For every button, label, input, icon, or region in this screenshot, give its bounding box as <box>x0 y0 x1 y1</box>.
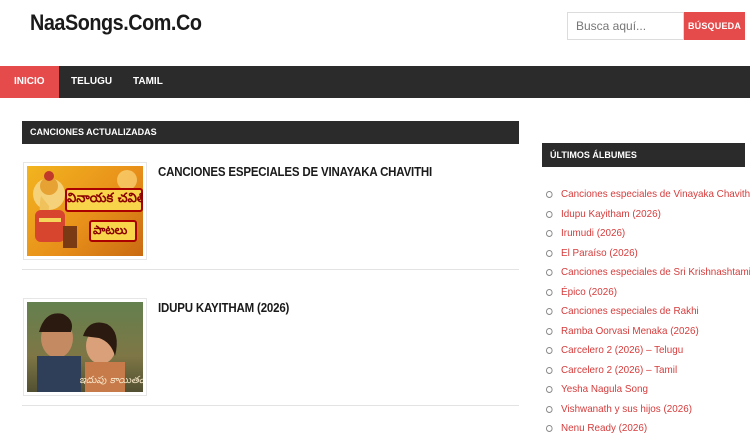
album-link[interactable]: Idupu Kayitham (2026) <box>546 205 750 225</box>
sidebar-title: ÚLTIMOS ÁLBUMES <box>542 143 745 167</box>
album-list: Canciones especiales de Vinayaka Chavith… <box>546 185 750 436</box>
bullet-icon <box>546 210 553 218</box>
bullet-icon <box>546 386 553 393</box>
album-link[interactable]: Épico (2026) <box>546 283 750 303</box>
album-link-label[interactable]: Nenu Ready (2026) <box>561 422 647 434</box>
nav-item-inicio[interactable]: INICIO <box>0 66 59 98</box>
album-link-label[interactable]: Vishwanath y sus hijos (2026) <box>561 403 692 415</box>
search-button[interactable]: BÚSQUEDA <box>684 12 745 40</box>
album-link-label[interactable]: Canciones especiales de Sri Krishnashtam… <box>561 266 750 278</box>
bullet-icon <box>546 366 553 374</box>
post-item: ఇదుపు కాయితం IDUPU KAYITHAM (2026) <box>22 298 519 406</box>
thumb-caption-line1: ఇదుపు కాయితం <box>79 375 143 386</box>
site-header: NaaSongs.Com.Co Busca aquí... BÚSQUEDA <box>0 0 750 66</box>
album-link-label[interactable]: Ramba Oorvasi Menaka (2026) <box>561 325 699 337</box>
album-link[interactable]: Ramba Oorvasi Menaka (2026) <box>546 322 750 342</box>
bullet-icon <box>546 230 553 237</box>
post-title[interactable]: CANCIONES ESPECIALES DE VINAYAKA CHAVITH… <box>158 165 432 179</box>
album-link-label[interactable]: Carcelero 2 (2026) – Tamil <box>561 364 677 376</box>
album-link[interactable]: Canciones especiales de Rakhi <box>546 302 750 322</box>
post-thumbnail[interactable]: ఇదుపు కాయితం <box>23 298 147 396</box>
bullet-icon <box>546 347 553 354</box>
album-link[interactable]: Nenu Ready (2026) <box>546 419 750 436</box>
nav-item-tamil[interactable]: TAMIL <box>119 66 177 98</box>
album-link[interactable]: Vishwanath y sus hijos (2026) <box>546 400 750 420</box>
album-link[interactable]: Carcelero 2 (2026) – Tamil <box>546 361 750 381</box>
search-input[interactable]: Busca aquí... <box>567 12 684 40</box>
bullet-icon <box>546 288 553 296</box>
post-item: వినాయక చవితి పాటలు CANCIONES ESPECIALES … <box>22 162 519 270</box>
album-link-label[interactable]: Idupu Kayitham (2026) <box>561 208 661 220</box>
album-link-label[interactable]: Yesha Nagula Song <box>561 383 648 395</box>
bullet-icon <box>546 249 553 257</box>
album-link[interactable]: Yesha Nagula Song <box>546 380 750 400</box>
album-link[interactable]: El Paraíso (2026) <box>546 244 750 264</box>
album-link-label[interactable]: Canciones especiales de Vinayaka Chavith… <box>561 188 750 200</box>
main-nav: INICIO TELUGU TAMIL <box>0 66 750 98</box>
album-link[interactable]: Irumudi (2026) <box>546 224 750 244</box>
album-link-label[interactable]: Carcelero 2 (2026) – Telugu <box>561 344 683 356</box>
bullet-icon <box>546 405 553 413</box>
nav-item-telugu[interactable]: TELUGU <box>57 66 126 98</box>
site-title[interactable]: NaaSongs.Com.Co <box>30 10 202 36</box>
album-link-label[interactable]: Épico (2026) <box>561 286 617 298</box>
album-link[interactable]: Canciones especiales de Sri Krishnashtam… <box>546 263 750 283</box>
album-link-label[interactable]: Canciones especiales de Rakhi <box>561 305 699 317</box>
post-thumbnail[interactable]: వినాయక చవితి పాటలు <box>23 162 147 260</box>
bullet-icon <box>546 425 553 432</box>
section-title: CANCIONES ACTUALIZADAS <box>22 121 519 144</box>
thumb-caption-line2: పాటలు <box>93 223 128 237</box>
post-title[interactable]: IDUPU KAYITHAM (2026) <box>158 301 289 315</box>
bullet-icon <box>546 308 553 315</box>
bullet-icon <box>546 327 553 335</box>
album-link-label[interactable]: El Paraíso (2026) <box>561 247 638 259</box>
bullet-icon <box>546 269 553 276</box>
album-link[interactable]: Carcelero 2 (2026) – Telugu <box>546 341 750 361</box>
album-link-label[interactable]: Irumudi (2026) <box>561 227 625 239</box>
bullet-icon <box>546 191 553 198</box>
album-link[interactable]: Canciones especiales de Vinayaka Chavith… <box>546 185 750 205</box>
thumb-caption-line1: వినాయక చవితి <box>67 191 143 206</box>
